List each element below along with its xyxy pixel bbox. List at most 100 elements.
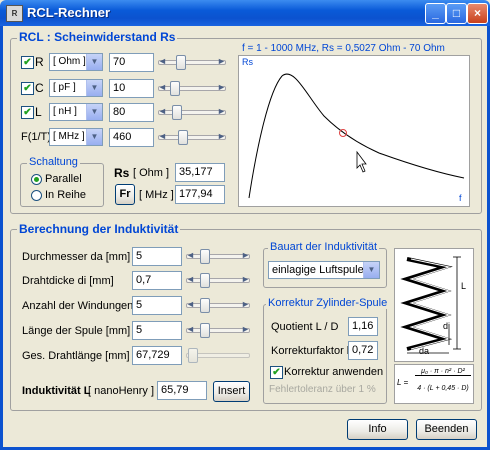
coil-illustration: L di da [394,248,474,362]
slider-right-icon: ► [241,274,250,284]
windungen-label: Anzahl der Windungen [22,300,134,312]
slider-left-icon: ◄ [186,250,195,260]
slider-right-icon: ► [217,82,226,92]
coil-da-label: da [419,346,430,356]
faktor-label: Korrekturfaktor k [271,345,353,357]
window-frame-left [0,26,3,450]
slider-left-icon: ◄ [186,324,195,334]
quotient-label: Quotient L / D [271,321,339,333]
slider-right-icon: ► [217,131,226,141]
slider-right-icon: ► [217,106,226,116]
fr-value: 177,94 [175,185,225,204]
slider-right-icon: ► [241,250,250,260]
laenge-slider[interactable]: ◄ ► [186,321,250,339]
slider-right-icon: ► [241,299,250,309]
durchmesser-slider[interactable]: ◄ ► [186,247,250,265]
operating-point-marker [339,129,347,137]
korrektur-anwenden-checkbox[interactable]: ✔ [270,366,283,379]
windungen-input[interactable]: 5 [132,296,182,315]
f-slider[interactable]: ◄ ► [158,128,226,146]
faktor-value: 0,72 [348,341,378,360]
formula-box: L = μ₀ · π · n² · D² 4 · (L + 0,45 · D) [394,364,474,404]
l-label: L [35,105,42,119]
l-unit-select[interactable]: [ nH ] ▼ [49,103,103,121]
c-value-input[interactable]: 10 [109,79,154,98]
chevron-down-icon: ▼ [86,54,102,70]
rcl-group-title: RCL : Scheinwiderstand Rs [17,30,178,44]
laenge-input[interactable]: 5 [132,321,182,340]
f-label: F(1/T) [21,131,51,143]
info-button[interactable]: Info [347,419,408,440]
minimize-button[interactable]: _ [425,3,446,24]
parallel-radio[interactable] [31,174,42,185]
c-checkbox[interactable]: ✔ [21,82,34,95]
windungen-slider[interactable]: ◄ ► [186,296,250,314]
fehlertoleranz-text: Fehlertoleranz über 1 % [269,384,376,395]
induktivitaet-group-title: Berechnung der Induktivität [17,222,181,236]
window-title: RCL-Rechner [27,5,111,20]
c-unit-select[interactable]: [ pF ] ▼ [49,79,103,97]
maximize-button[interactable]: □ [446,3,467,24]
korrektur-title: Korrektur Zylinder-Spule [266,297,390,309]
quotient-value: 1,16 [348,317,378,336]
chevron-down-icon: ▼ [363,262,379,278]
chevron-down-icon: ▼ [86,80,102,96]
slider-left-icon: ◄ [158,56,167,66]
close-button[interactable]: × [467,3,488,24]
chevron-down-icon: ▼ [86,129,102,145]
formula-denominator: 4 · (L + 0,45 · D) [417,385,469,392]
induktivitaet-result-label: Induktivität L [22,385,91,397]
drahtdicke-input[interactable]: 0,7 [132,271,182,290]
slider-right-icon: ► [241,324,250,334]
in-reihe-label: In Reihe [45,189,86,201]
rs-value: 35,177 [175,163,225,182]
drahtlaenge-slider [186,346,250,364]
insert-button[interactable]: Insert [213,381,250,402]
induktivitaet-result-unit: [ nanoHenry ] [88,385,155,397]
f-unit-select[interactable]: [ MHz ] ▼ [49,128,103,146]
coil-icon [400,256,461,354]
rs-unit: [ Ohm ] [133,167,170,179]
parallel-label: Parallel [45,173,82,185]
chevron-down-icon: ▼ [86,104,102,120]
graph-caption: f = 1 - 1000 MHz, Rs = 0,5027 Ohm - 70 O… [242,43,445,54]
formula-lhs: L = [397,378,409,387]
beenden-button[interactable]: Beenden [416,419,477,440]
bauart-select[interactable]: einlagige Luftspule ▼ [268,261,380,279]
drahtlaenge-value: 67,729 [132,346,182,365]
c-label: C [35,81,44,95]
durchmesser-input[interactable]: 5 [132,247,182,266]
r-slider[interactable]: ◄ ► [158,53,226,71]
cursor-icon [356,150,367,173]
schaltung-title: Schaltung [27,156,80,168]
l-slider[interactable]: ◄ ► [158,103,226,121]
slider-left-icon: ◄ [186,299,195,309]
slider-left-icon: ◄ [158,106,167,116]
l-value-input[interactable]: 80 [109,103,154,122]
slider-left-icon: ◄ [186,274,195,284]
fr-button[interactable]: Fr [115,184,135,205]
laenge-label: Länge der Spule [mm] [22,325,131,337]
drahtdicke-slider[interactable]: ◄ ► [186,271,250,289]
graph-area: Rs f [238,55,470,207]
r-unit-select[interactable]: [ Ohm ] ▼ [49,53,103,71]
slider-left-icon: ◄ [158,82,167,92]
drahtlaenge-label: Ges. Drahtlänge [mm] [22,350,130,362]
durchmesser-label: Durchmesser da [mm] [22,251,131,263]
drahtdicke-label: Drahtdicke di [mm] [22,275,114,287]
r-checkbox[interactable]: ✔ [21,56,34,69]
coil-di-label: di [443,321,451,331]
fr-unit: [ MHz ] [139,189,174,201]
korrektur-anwenden-label: Korrektur anwenden [284,366,384,378]
impedance-curve [248,73,465,199]
r-value-input[interactable]: 70 [109,53,154,72]
coil-l-label: L [461,281,467,291]
l-checkbox[interactable]: ✔ [21,106,34,119]
in-reihe-radio[interactable] [31,190,42,201]
rs-label: Rs [114,166,130,180]
app-icon: R [6,5,23,22]
f-value-input[interactable]: 460 [109,128,154,147]
slider-left-icon: ◄ [158,131,167,141]
bauart-title: Bauart der Induktivität [268,241,380,253]
c-slider[interactable]: ◄ ► [158,79,226,97]
